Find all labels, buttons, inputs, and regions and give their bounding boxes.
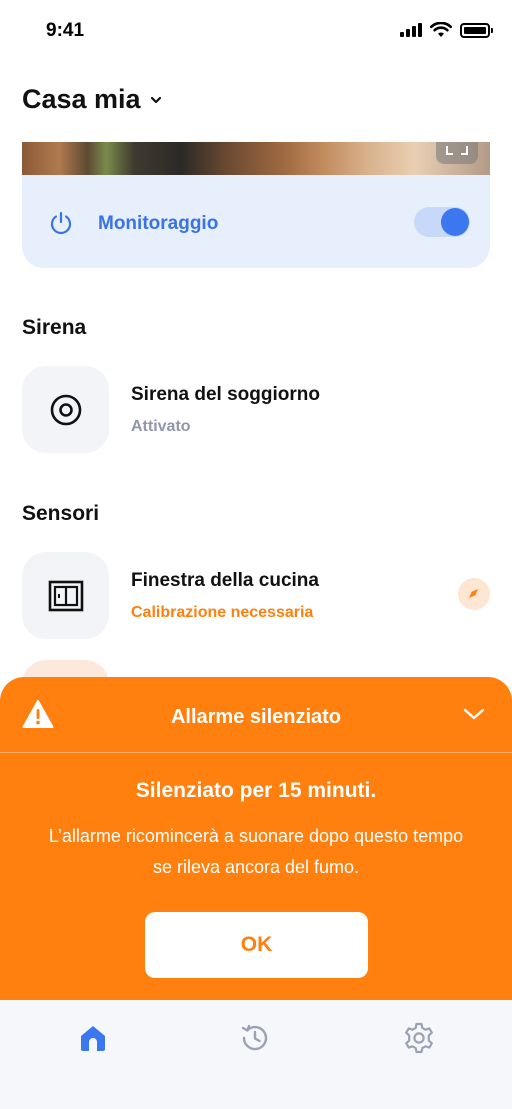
home-title: Casa mia <box>22 84 141 114</box>
siren-section-title: Sirena <box>22 316 87 339</box>
settings-icon <box>405 1022 433 1054</box>
camera-preview[interactable] <box>22 142 490 175</box>
history-icon <box>241 1024 268 1051</box>
camera-card: Monitoraggio <box>22 142 490 268</box>
expand-camera-button[interactable] <box>436 142 478 164</box>
ok-button[interactable]: OK <box>145 912 368 978</box>
status-bar: 9:41 <box>0 0 512 62</box>
sheet-title: Allarme silenziato <box>170 706 342 728</box>
status-time: 9:41 <box>46 20 85 41</box>
window-device-tile[interactable] <box>22 552 109 639</box>
battery-icon <box>460 22 493 38</box>
tab-history[interactable] <box>237 1020 273 1056</box>
monitoring-row[interactable]: Monitoraggio <box>22 175 490 268</box>
calibration-warning-badge[interactable] <box>458 578 490 610</box>
home-icon <box>81 1026 105 1051</box>
sensors-section-title: Sensori <box>22 502 100 525</box>
compass-icon <box>469 589 478 598</box>
sheet-body: L’allarme ricomincerà a suonare dopo que… <box>48 826 464 877</box>
power-icon <box>50 211 72 235</box>
tab-bar <box>0 1000 512 1109</box>
monitoring-toggle[interactable] <box>414 207 470 237</box>
tab-home[interactable] <box>75 1020 111 1056</box>
cellular-signal-icon <box>400 23 422 37</box>
window-device-status: Calibrazione necessaria <box>131 604 314 621</box>
tab-settings[interactable] <box>401 1020 437 1056</box>
alarm-silenced-sheet: Allarme silenziato Silenziato per 15 min… <box>0 677 512 1017</box>
monitoring-label: Monitoraggio <box>98 213 219 234</box>
toggle-knob <box>441 208 469 236</box>
chevron-down-icon <box>150 96 161 103</box>
chevron-down-icon[interactable] <box>462 705 486 723</box>
siren-device-name[interactable]: Sirena del soggiorno <box>131 384 320 406</box>
window-device-name[interactable]: Finestra della cucina <box>131 570 319 592</box>
status-icons <box>400 22 493 38</box>
siren-device-status: Attivato <box>131 418 191 435</box>
siren-icon <box>50 394 81 425</box>
fullscreen-icon <box>446 146 468 155</box>
sheet-headline: Silenziato per 15 minuti. <box>135 779 377 802</box>
home-selector[interactable]: Casa mia <box>22 84 163 115</box>
siren-device-tile[interactable] <box>22 366 109 453</box>
window-icon <box>48 580 83 611</box>
sheet-header[interactable]: Allarme silenziato <box>0 677 512 753</box>
wifi-icon <box>430 22 452 37</box>
